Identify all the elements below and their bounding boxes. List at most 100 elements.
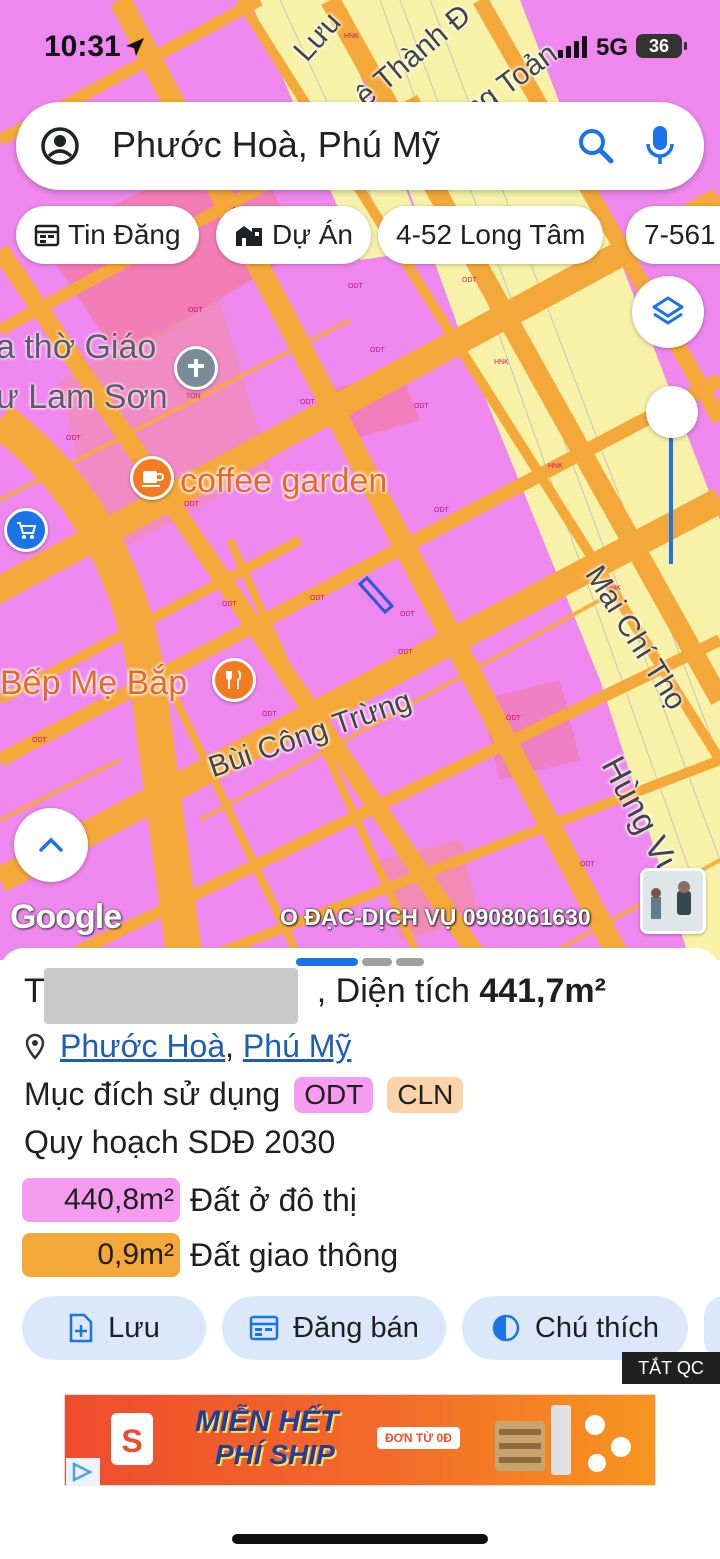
- ad-choices-icon[interactable]: [66, 1458, 100, 1486]
- status-bar: 10:31 5G 36: [0, 0, 720, 92]
- calendar-icon: [249, 1315, 279, 1341]
- plan-heading: Quy hoạch SDĐ 2030: [24, 1124, 336, 1160]
- street-view-thumbnail[interactable]: [640, 868, 706, 934]
- location-separator: ,: [225, 1028, 243, 1064]
- status-time: 10:31: [44, 30, 121, 63]
- battery-indicator: 36: [636, 34, 687, 58]
- post-listing-button[interactable]: Đăng bán: [222, 1296, 446, 1360]
- ward-link[interactable]: Phước Hoà: [60, 1028, 225, 1065]
- parcel-area: 441,7m²: [479, 972, 606, 1010]
- search-input[interactable]: [112, 124, 552, 166]
- calendar-icon: [34, 224, 60, 247]
- layers-button[interactable]: [632, 276, 704, 348]
- fork-knife-icon: [226, 670, 242, 689]
- plan-desc: Đất ở đô thị: [190, 1181, 357, 1218]
- plan-desc: Đất giao thông: [190, 1236, 399, 1273]
- svg-text:ODT: ODT: [188, 307, 204, 314]
- home-indicator[interactable]: [232, 1534, 488, 1544]
- save-button[interactable]: Lưu: [22, 1296, 206, 1360]
- svg-text:ODT: ODT: [462, 277, 478, 284]
- search-bar[interactable]: [16, 102, 704, 190]
- chip-label: Dự Án: [272, 219, 353, 250]
- church-pin[interactable]: [174, 346, 218, 390]
- street-view-photo: [643, 871, 703, 931]
- save-label: Lưu: [108, 1311, 160, 1344]
- svg-text:ODT: ODT: [184, 501, 200, 508]
- map-view[interactable]: ODT ODT ODT ODT ODT ODT ODT ODT ODT ODT ODT ODT …: [0, 0, 720, 960]
- svg-text:ODT: ODT: [348, 283, 364, 290]
- church-label: a thờ Giáo: [0, 328, 157, 366]
- sheet-handle-active[interactable]: [296, 958, 358, 966]
- plan-amount: 440,8m²: [22, 1178, 180, 1222]
- svg-text:ODT: ODT: [580, 861, 596, 868]
- title-suffix: , Diện tích: [316, 972, 470, 1010]
- contrast-icon: [492, 1314, 520, 1342]
- svg-text:HNK: HNK: [548, 463, 563, 470]
- svg-text:ODT: ODT: [66, 435, 82, 442]
- town-link[interactable]: Phú Mỹ: [243, 1028, 351, 1065]
- purpose-tag-cln: CLN: [387, 1076, 464, 1113]
- opacity-slider-handle[interactable]: [646, 386, 698, 438]
- svg-text:ODT: ODT: [414, 403, 430, 410]
- location-pin-icon: [25, 1033, 45, 1060]
- svg-text:ODT: ODT: [262, 711, 278, 718]
- map-watermark: O ĐẠC-DỊCH VỤ 0908061630: [280, 904, 591, 930]
- ad-products-image: [495, 1405, 631, 1475]
- chevron-up-icon: [39, 837, 63, 852]
- svg-text:ODT: ODT: [300, 399, 316, 406]
- church-label-line2: ư Lam Sơn: [0, 378, 168, 416]
- title-prefix: T: [24, 972, 45, 1010]
- post-label: Đăng bán: [293, 1311, 419, 1344]
- cafe-pin[interactable]: [130, 456, 174, 500]
- ad-badge: ĐƠN TỪ 0Đ: [377, 1427, 460, 1449]
- sheet-handle[interactable]: [362, 958, 392, 966]
- plan-amount: 0,9m²: [22, 1233, 180, 1277]
- account-icon[interactable]: [40, 126, 80, 166]
- legend-button[interactable]: Chú thích: [462, 1296, 688, 1360]
- redacted-block: [44, 968, 298, 1024]
- purpose-row: Mục đích sử dụng ODT CLN: [24, 1076, 464, 1113]
- purpose-tag-odt: ODT: [294, 1076, 374, 1113]
- more-actions-button[interactable]: [704, 1296, 720, 1360]
- svg-text:ODT: ODT: [506, 715, 522, 722]
- buildings-icon: [236, 226, 262, 246]
- ad-subheadline: PHÍ SHIP: [215, 1439, 335, 1470]
- plan-row-traffic: 0,9m² Đất giao thông: [22, 1233, 398, 1277]
- chip-long-tam[interactable]: 4-52 Long Tâm: [378, 206, 604, 264]
- purpose-label: Mục đích sử dụng: [24, 1076, 281, 1112]
- svg-text:ODT: ODT: [370, 347, 386, 354]
- ad-headline: MIỄN HẾT: [195, 1405, 339, 1438]
- svg-text:TON: TON: [186, 393, 201, 400]
- chip-label: 4-52 Long Tâm: [396, 219, 586, 250]
- restaurant-pin[interactable]: [212, 658, 256, 702]
- cross-icon: [188, 359, 204, 377]
- svg-text:ODT: ODT: [434, 507, 450, 514]
- svg-text:ODT: ODT: [222, 601, 238, 608]
- shop-pin[interactable]: [4, 508, 48, 552]
- coffee-icon: [142, 471, 164, 487]
- svg-text:ODT: ODT: [310, 595, 326, 602]
- location-row: Phước Hoà, Phú Mỹ: [24, 1028, 351, 1065]
- svg-text:HNK: HNK: [494, 359, 509, 366]
- svg-text:ODT: ODT: [400, 611, 416, 618]
- ad-choices-triangle: [72, 1461, 93, 1483]
- search-icon[interactable]: [576, 126, 616, 166]
- close-ad-button[interactable]: TẮT QC: [622, 1352, 720, 1384]
- layers-icon: [652, 296, 684, 325]
- chip-7-561[interactable]: 7-561: [626, 206, 720, 264]
- add-document-icon: [69, 1313, 93, 1343]
- svg-text:ODT: ODT: [32, 737, 48, 744]
- ad-banner[interactable]: S MIỄN HẾT PHÍ SHIP ĐƠN TỪ 0Đ: [64, 1394, 656, 1486]
- sheet-handle[interactable]: [396, 958, 424, 966]
- legend-label: Chú thích: [534, 1311, 660, 1344]
- shop-logo: S: [111, 1413, 153, 1465]
- signal-icon: [558, 36, 587, 58]
- restaurant-label: Bếp Mẹ Bắp: [0, 664, 188, 702]
- microphone-icon[interactable]: [644, 124, 676, 166]
- chip-tin-dang[interactable]: Tin Đăng: [16, 206, 199, 264]
- chip-label: Tin Đăng: [68, 219, 181, 250]
- expand-up-button[interactable]: [14, 808, 88, 882]
- cart-icon: [17, 522, 37, 539]
- plan-row-urban: 440,8m² Đất ở đô thị: [22, 1178, 357, 1222]
- chip-du-an[interactable]: Dự Án: [216, 206, 371, 264]
